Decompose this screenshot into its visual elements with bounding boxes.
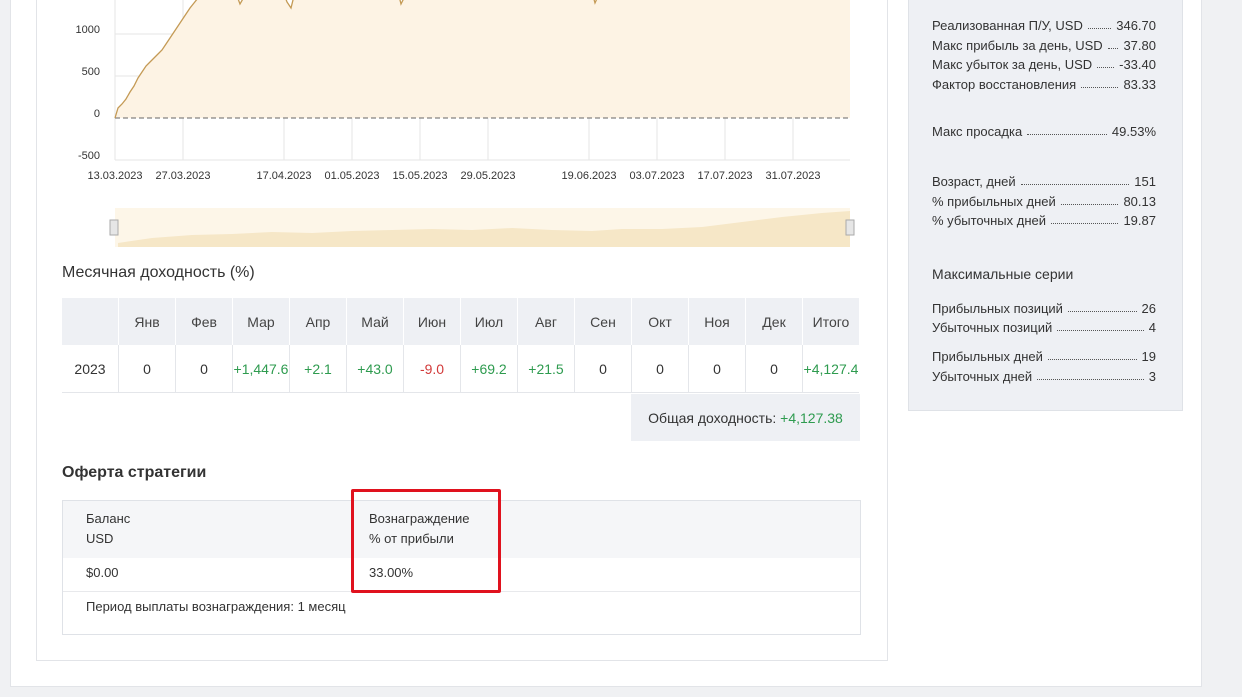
month-value-cell: +4,127.4 [802, 345, 859, 393]
y-axis-ticks: 1000 500 0 -500 [76, 24, 100, 162]
monthly-returns-table: Янв Фев Мар Апр Май Июн Июл Авг Сен Окт Ноя Дек Итог… [62, 298, 859, 393]
y-tick-0: 0 [94, 108, 100, 120]
stat-max-day-profit: Макс прибыль за день, USD 37.80 [932, 38, 1156, 53]
highlight-box [351, 489, 501, 593]
month-value-cell: +43.0 [346, 345, 404, 393]
header-cell: Окт [631, 298, 689, 345]
strategy-offer-title: Оферта стратегии [62, 464, 207, 481]
navigator-left-handle[interactable] [109, 219, 119, 236]
total-return-box: Общая доходность: +4,127.38 [631, 394, 860, 441]
stat-loss-positions: Убыточных позиций 4 [932, 320, 1156, 335]
y-tick-500: 500 [82, 66, 100, 78]
stat-recovery-factor: Фактор восстановления 83.33 [932, 77, 1156, 92]
y-tick-minus-500: -500 [78, 150, 100, 162]
month-value-cell: +2.1 [289, 345, 347, 393]
total-return-label: Общая доходность: [648, 409, 777, 426]
stat-age-days: Возраст, дней 151 [932, 174, 1156, 189]
header-cell: Итого [802, 298, 859, 345]
series-heading: Максимальные серии [932, 266, 1074, 282]
table-header-row: Янв Фев Мар Апр Май Июн Июл Авг Сен Окт Ноя Дек Итог… [62, 298, 859, 345]
x-tick-label: 19.06.2023 [561, 170, 616, 182]
x-axis-ticks: 13.03.2023 27.03.2023 17.04.2023 01.05.2023… [87, 170, 820, 182]
monthly-returns-title: Месячная доходность (%) [62, 264, 255, 281]
payout-period: Период выплаты вознаграждения: 1 месяц [86, 599, 346, 614]
header-cell: Апр [289, 298, 347, 345]
header-cell: Июн [403, 298, 461, 345]
month-value-cell: 0 [631, 345, 689, 393]
header-cell: Фев [175, 298, 233, 345]
year-cell: 2023 [62, 345, 119, 393]
x-tick-label: 27.03.2023 [155, 170, 210, 182]
month-value-cell: 0 [574, 345, 632, 393]
x-tick-label: 15.05.2023 [392, 170, 447, 182]
x-tick-label: 17.04.2023 [256, 170, 311, 182]
navigator-right-handle[interactable] [845, 219, 855, 236]
equity-chart[interactable]: 1000 500 0 -500 13.03.2023 27.03.2023 17.0… [62, 0, 862, 255]
header-cell: Авг [517, 298, 575, 345]
month-value-cell: 0 [745, 345, 803, 393]
month-value-cell: +69.2 [460, 345, 518, 393]
x-tick-label: 03.07.2023 [629, 170, 684, 182]
month-value-cell: 0 [175, 345, 233, 393]
balance-label: Баланс [86, 511, 131, 526]
total-return-value: +4,127.38 [780, 409, 843, 426]
stat-win-positions: Прибыльных позиций 26 [932, 301, 1156, 316]
month-value-cell: -9.0 [403, 345, 461, 393]
header-cell: Июл [460, 298, 518, 345]
header-cell-year [62, 298, 119, 345]
stat-max-drawdown: Макс просадка 49.53% [932, 124, 1156, 139]
header-cell: Янв [118, 298, 176, 345]
stat-win-days: Прибыльных дней 19 [932, 349, 1156, 364]
x-tick-label: 29.05.2023 [460, 170, 515, 182]
header-cell: Май [346, 298, 404, 345]
month-value-cell: +21.5 [517, 345, 575, 393]
header-cell: Сен [574, 298, 632, 345]
x-tick-label: 01.05.2023 [324, 170, 379, 182]
table-row: 2023 0 0 +1,447.6 +2.1 +43.0 -9.0 +69.2 +21.5 0 0 0… [62, 345, 859, 393]
stat-realized-pl: Реализованная П/У, USD 346.70 [932, 18, 1156, 33]
balance-value: $0.00 [86, 565, 119, 580]
x-tick-label: 31.07.2023 [765, 170, 820, 182]
month-value-cell: 0 [688, 345, 746, 393]
header-cell: Ноя [688, 298, 746, 345]
equity-area [115, 0, 850, 118]
month-value-cell: 0 [118, 345, 176, 393]
balance-header: Баланс USD [86, 509, 130, 549]
month-value-cell: +1,447.6 [232, 345, 290, 393]
header-cell: Дек [745, 298, 803, 345]
stat-max-day-loss: Макс убыток за день, USD -33.40 [932, 57, 1156, 72]
x-tick-label: 13.03.2023 [87, 170, 142, 182]
balance-unit: USD [86, 531, 114, 546]
stat-loss-days: Убыточных дней 3 [932, 369, 1156, 384]
stat-loss-days-pct: % убыточных дней 19.87 [932, 213, 1156, 228]
header-cell: Мар [232, 298, 290, 345]
stat-profit-days-pct: % прибыльных дней 80.13 [932, 194, 1156, 209]
x-tick-label: 17.07.2023 [697, 170, 752, 182]
y-tick-1000: 1000 [76, 24, 100, 36]
